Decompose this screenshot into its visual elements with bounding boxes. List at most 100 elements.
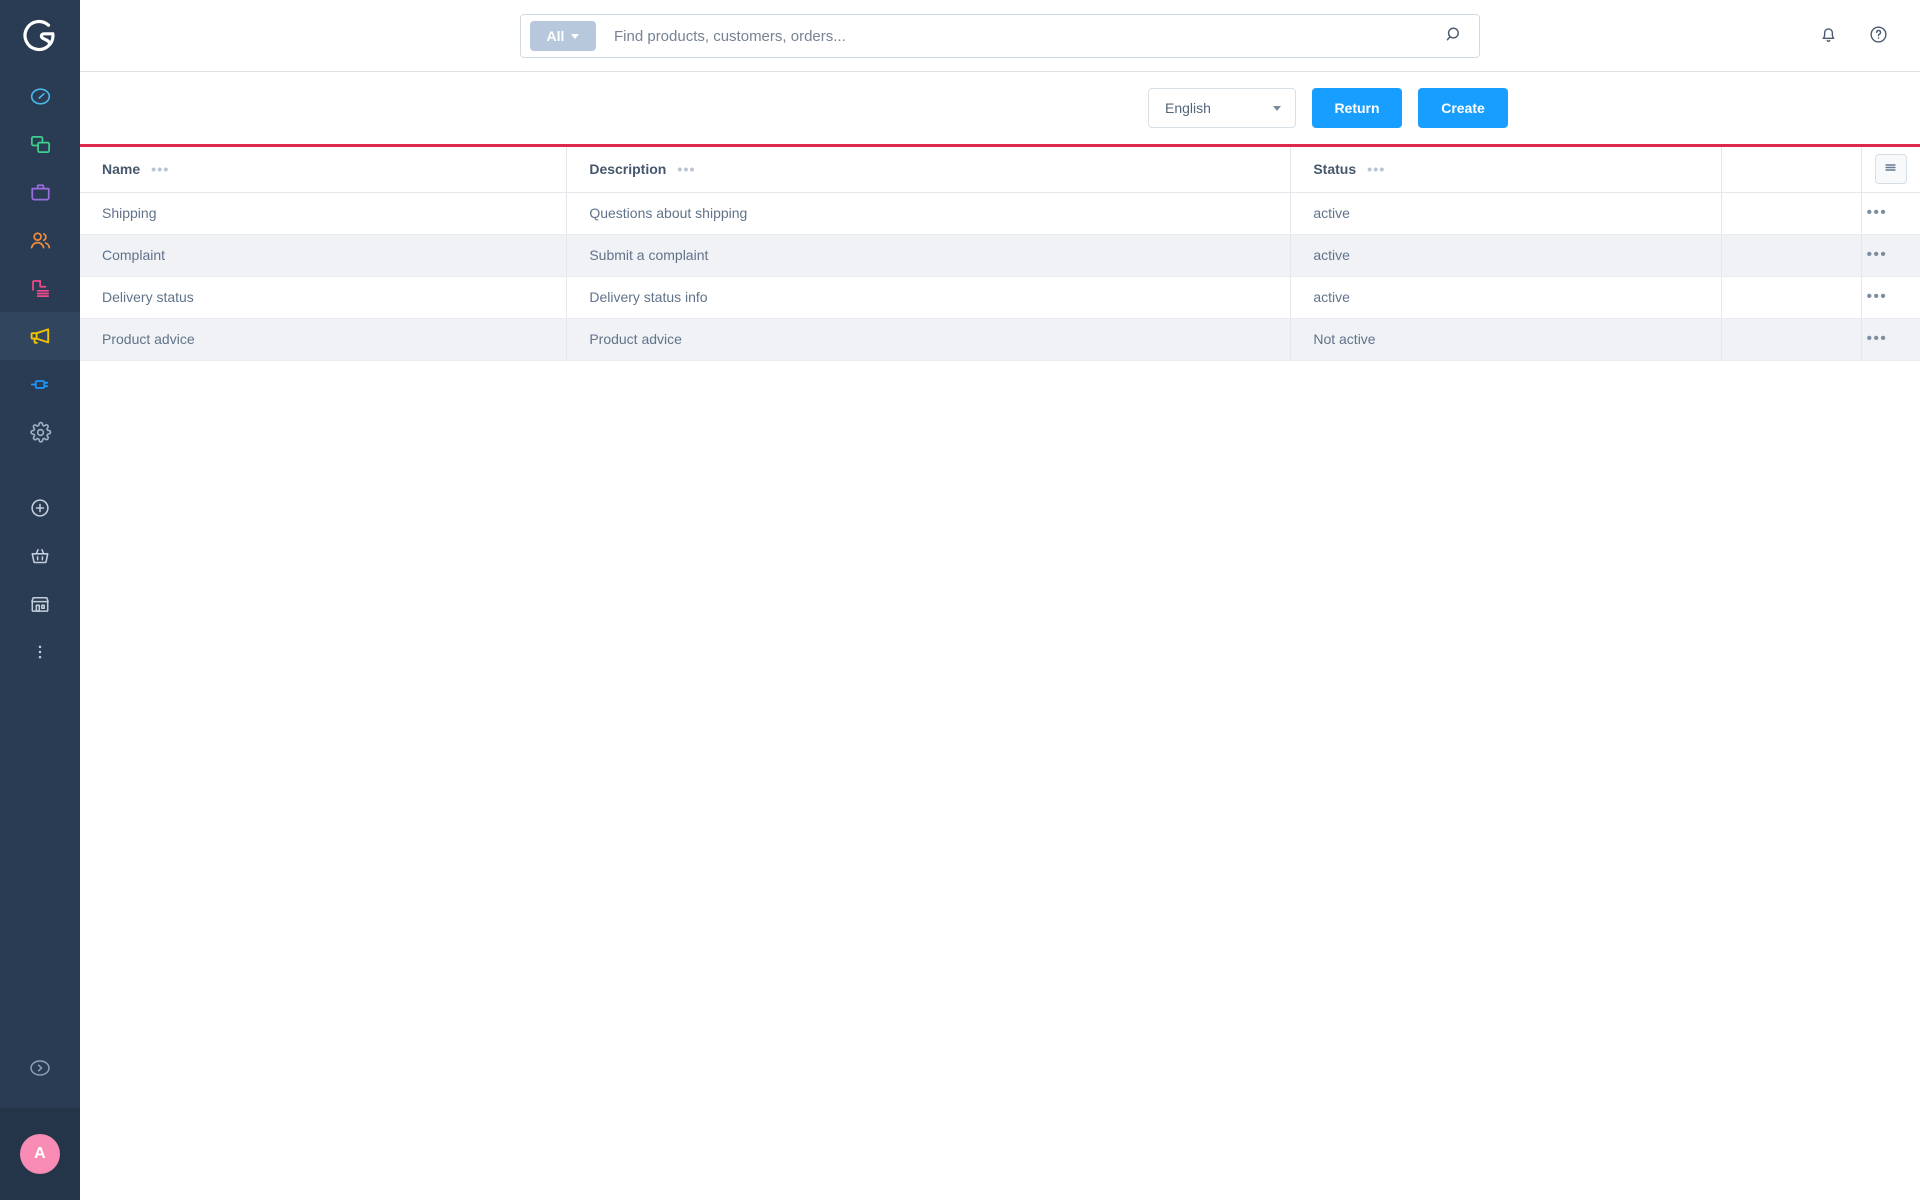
sidebar-item-customers[interactable] xyxy=(0,216,80,264)
more-vertical-icon xyxy=(30,642,50,662)
sidebar-item-dashboard[interactable] xyxy=(0,72,80,120)
row-actions-button[interactable]: ••• xyxy=(1862,241,1892,269)
sidebar-item-extensions[interactable] xyxy=(0,360,80,408)
notifications-button[interactable] xyxy=(1814,22,1842,50)
cell-actions: ••• xyxy=(1861,192,1920,235)
avatar[interactable]: A xyxy=(20,1134,60,1174)
main-area: All Find products, customers, orders... … xyxy=(80,0,1920,1200)
search-scope-label: All xyxy=(546,28,565,44)
cell-spacer xyxy=(1721,234,1862,277)
sidebar-item-content[interactable] xyxy=(0,264,80,312)
sidebar-item-orders[interactable] xyxy=(0,168,80,216)
cell-spacer xyxy=(1721,276,1862,319)
column-header-status: Status ••• xyxy=(1290,147,1722,193)
search-box: All xyxy=(520,14,1480,58)
sidebar-expand-button[interactable] xyxy=(0,1032,80,1108)
search-icon xyxy=(1445,25,1464,47)
top-search-bar: All xyxy=(80,0,1920,72)
data-grid-table: Name ••• Description ••• Status ••• Ship… xyxy=(80,147,1920,361)
sidebar-item-more[interactable] xyxy=(0,628,80,676)
sidebar-item-add[interactable] xyxy=(0,484,80,532)
sidebar-primary-nav xyxy=(0,72,80,456)
create-button[interactable]: Create xyxy=(1418,88,1508,128)
dashboard-gauge-icon xyxy=(29,85,52,108)
list-settings-icon xyxy=(1883,160,1898,178)
cell-actions: ••• xyxy=(1861,234,1920,277)
megaphone-icon xyxy=(28,324,52,348)
sidebar-secondary-nav xyxy=(0,484,80,676)
row-actions-button[interactable]: ••• xyxy=(1862,199,1892,227)
sidebar-user-bar: A xyxy=(0,1108,80,1200)
search-submit-button[interactable] xyxy=(1437,19,1471,53)
sidebar-item-settings[interactable] xyxy=(0,408,80,456)
topbar-actions xyxy=(1814,0,1892,72)
cell-name: Shipping xyxy=(80,192,568,235)
sidebar-item-store[interactable] xyxy=(0,580,80,628)
users-group-icon xyxy=(29,229,52,252)
cell-status: active xyxy=(1290,276,1722,319)
cell-status: Not active xyxy=(1290,318,1722,361)
row-actions-button[interactable]: ••• xyxy=(1862,283,1892,311)
cell-name: Complaint xyxy=(80,234,568,277)
table-row[interactable]: Delivery status Delivery status info act… xyxy=(80,276,1920,319)
data-grid-body: Shipping Questions about shipping active… xyxy=(80,192,1920,361)
column-options-icon[interactable]: ••• xyxy=(677,162,695,176)
return-button[interactable]: Return xyxy=(1312,88,1402,128)
cell-name: Delivery status xyxy=(80,276,568,319)
cell-description: Delivery status info xyxy=(566,276,1292,319)
brand-logo[interactable] xyxy=(0,0,80,72)
smart-bar: English Return Create xyxy=(80,72,1920,144)
row-actions-button[interactable]: ••• xyxy=(1862,325,1892,353)
storefront-icon xyxy=(29,593,51,615)
search-input[interactable] xyxy=(614,16,1437,56)
language-select[interactable]: English xyxy=(1148,88,1296,128)
sidebar: A xyxy=(0,0,80,1200)
language-select-value: English xyxy=(1165,100,1211,116)
chevron-down-icon xyxy=(1273,105,1281,111)
grid-settings-button[interactable] xyxy=(1874,154,1907,185)
table-header-row: Name ••• Description ••• Status ••• xyxy=(80,147,1920,193)
help-button[interactable] xyxy=(1864,22,1892,50)
bell-icon xyxy=(1818,24,1839,48)
column-header-status-label: Status xyxy=(1313,161,1357,178)
column-options-icon[interactable]: ••• xyxy=(1367,162,1385,176)
cell-description: Questions about shipping xyxy=(566,192,1292,235)
column-header-name-label: Name xyxy=(102,161,141,178)
sidebar-item-marketing[interactable] xyxy=(0,312,80,360)
nav-divider-gap xyxy=(0,456,80,484)
data-grid-head: Name ••• Description ••• Status ••• xyxy=(80,147,1920,193)
chevron-down-icon xyxy=(571,33,580,39)
question-circle-icon xyxy=(1868,24,1889,48)
data-grid: Name ••• Description ••• Status ••• Ship… xyxy=(80,144,1920,1200)
sidebar-item-catalogues[interactable] xyxy=(0,120,80,168)
cell-description: Submit a complaint xyxy=(566,234,1292,277)
table-row[interactable]: Product advice Product advice Not active… xyxy=(80,318,1920,361)
column-header-spacer xyxy=(1721,147,1862,193)
column-header-settings xyxy=(1861,147,1920,193)
plus-circle-icon xyxy=(29,497,51,519)
copy-layers-icon xyxy=(29,133,52,156)
column-header-description: Description ••• xyxy=(566,147,1292,193)
content-page-icon xyxy=(29,277,52,300)
sidebar-item-basket[interactable] xyxy=(0,532,80,580)
table-row[interactable]: Shipping Questions about shipping active… xyxy=(80,192,1920,235)
column-options-icon[interactable]: ••• xyxy=(151,162,169,176)
cell-description: Product advice xyxy=(566,318,1292,361)
shopware-logo-icon xyxy=(23,19,57,53)
cell-spacer xyxy=(1721,318,1862,361)
gear-icon xyxy=(29,421,52,444)
table-row[interactable]: Complaint Submit a complaint active ••• xyxy=(80,234,1920,277)
cell-spacer xyxy=(1721,192,1862,235)
chevron-right-circle-icon xyxy=(28,1056,52,1085)
cell-actions: ••• xyxy=(1861,276,1920,319)
global-search: All xyxy=(520,14,1480,58)
cell-status: active xyxy=(1290,234,1722,277)
search-scope-dropdown[interactable]: All xyxy=(530,21,596,51)
app-root: A All Find products, customers, orders..… xyxy=(0,0,1920,1200)
shopping-basket-icon xyxy=(29,545,51,567)
cell-actions: ••• xyxy=(1861,318,1920,361)
cell-name: Product advice xyxy=(80,318,568,361)
briefcase-bag-icon xyxy=(29,181,52,204)
column-header-name: Name ••• xyxy=(80,147,568,193)
